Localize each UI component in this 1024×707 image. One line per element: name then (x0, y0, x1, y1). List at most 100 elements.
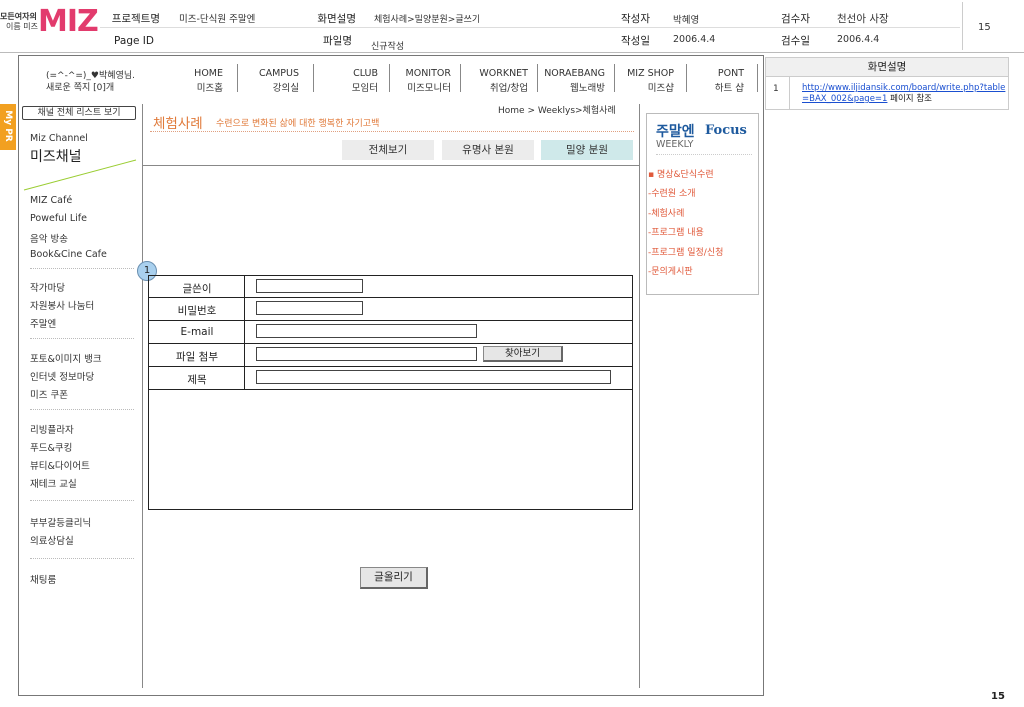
tab-main-branch[interactable]: 유명사 본원 (442, 140, 534, 160)
filename-value: 신규작성 (371, 42, 405, 52)
nav-campus-ko[interactable]: 강의실 (245, 80, 299, 94)
breadcrumb: Home > Weeklys>체험사례 (498, 106, 616, 116)
nav-pont[interactable]: PONT (700, 68, 744, 79)
nav-monitor[interactable]: MONITOR (393, 68, 451, 79)
left-item[interactable]: 리빙플라자 (30, 422, 74, 436)
left-divider (30, 500, 134, 501)
focus-item[interactable]: -문의게시판 (648, 264, 693, 277)
form-row-line (148, 366, 633, 367)
writer-label: 글쓴이 (182, 283, 212, 295)
focus-item[interactable]: -체험사례 (648, 206, 684, 219)
left-item[interactable]: 의료상담실 (30, 533, 74, 547)
nav-divider (686, 64, 687, 92)
password-label: 비밀번호 (177, 305, 217, 317)
review-date-label: 검수일 (781, 35, 810, 47)
reference-suffix: 페이지 참조 (890, 94, 932, 104)
header-page-number: 15 (978, 22, 991, 33)
filename-label: 파일명 (323, 35, 352, 47)
brand-logo: MIZ (38, 4, 99, 39)
left-item[interactable]: 음악 방송 (30, 231, 68, 245)
left-divider (30, 268, 134, 269)
writer-input[interactable] (256, 279, 363, 293)
nav-divider (614, 64, 615, 92)
browse-button[interactable]: 찾아보기 (483, 346, 563, 362)
header-vline (962, 2, 963, 50)
subject-input[interactable] (256, 370, 611, 384)
email-input[interactable] (256, 324, 477, 338)
nav-monitor-ko[interactable]: 미즈모니터 (393, 80, 451, 94)
nav-worknet[interactable]: WORKNET (468, 68, 528, 79)
nav-mizshop[interactable]: MIZ SHOP (620, 68, 674, 79)
left-item[interactable]: 포토&이미지 뱅크 (30, 351, 102, 365)
email-label: E-mail (180, 326, 214, 338)
footer-page-number: 15 (991, 691, 1005, 702)
nav-home[interactable]: HOME (183, 68, 223, 79)
form-row-line (148, 320, 633, 321)
left-item[interactable]: 재테크 교실 (30, 476, 77, 490)
left-divider (30, 558, 134, 559)
channel-list-button[interactable]: 채널 전체 리스트 보기 (22, 106, 136, 120)
logo-tagline: 모든여자의 이름 미즈 (0, 12, 38, 32)
review-date-value: 2006.4.4 (837, 34, 880, 45)
nav-home-ko[interactable]: 미즈홈 (183, 80, 223, 94)
left-item[interactable]: 인터넷 정보마당 (30, 369, 94, 383)
attach-label: 파일 첨부 (176, 351, 218, 363)
header-bottom-line (0, 52, 1024, 53)
description-row-number: 1 (773, 84, 779, 94)
password-input[interactable] (256, 301, 363, 315)
left-item[interactable]: 작가마당 (30, 280, 65, 294)
nav-divider (460, 64, 461, 92)
nav-noraebang[interactable]: NORAEBANG (540, 68, 605, 79)
nav-club[interactable]: CLUB (330, 68, 378, 79)
focus-item[interactable]: -수련원 소개 (648, 186, 696, 199)
focus-title-ko: 주말엔 (656, 124, 695, 140)
left-item[interactable]: MIZ Café (30, 195, 72, 206)
left-item[interactable]: 주말엔 (30, 316, 56, 330)
nav-pont-ko[interactable]: 하트 샵 (700, 80, 744, 94)
form-row-line (148, 297, 633, 298)
notes-count[interactable]: 새로운 쪽지 [0]개 (46, 80, 114, 93)
nav-divider (237, 64, 238, 92)
description-text: http://www.iljidansik.com/board/write.ph… (802, 83, 1006, 105)
nav-noraebang-ko[interactable]: 웹노래방 (540, 80, 605, 94)
mypr-tab[interactable]: My PR (0, 104, 16, 150)
form-col-line (244, 275, 245, 389)
left-item[interactable]: 자원봉사 나눔터 (30, 298, 94, 312)
left-item[interactable]: 미즈 쿠폰 (30, 387, 68, 401)
focus-item[interactable]: -프로그램 일정/신청 (648, 245, 723, 258)
page-subtitle: 수련으로 변화된 삶에 대한 행복한 자기고백 (216, 119, 380, 129)
page-title: 체험사례 (153, 116, 203, 132)
nav-mizshop-ko[interactable]: 미즈샵 (620, 80, 674, 94)
nav-divider (757, 64, 758, 92)
left-item[interactable]: Book&Cine Cafe (30, 249, 107, 260)
screen-desc-label: 화면설명 (317, 13, 356, 25)
channel-en: Miz Channel (30, 133, 88, 144)
attach-input[interactable] (256, 347, 477, 361)
tab-miryang-branch[interactable]: 밀양 분원 (541, 140, 633, 160)
focus-weekly: WEEKLY (656, 139, 694, 150)
left-divider (30, 409, 134, 410)
focus-item[interactable]: -프로그램 내용 (648, 225, 704, 238)
tab-all[interactable]: 전체보기 (342, 140, 434, 160)
focus-item[interactable]: ▪ 명상&단식수련 (648, 167, 714, 180)
left-item[interactable]: 채팅룸 (30, 572, 56, 586)
left-item[interactable]: 푸드&쿠킹 (30, 440, 72, 454)
submit-button[interactable]: 글올리기 (360, 567, 428, 589)
left-divider (30, 338, 134, 339)
channel-decor-line (23, 159, 137, 191)
nav-campus[interactable]: CAMPUS (245, 68, 299, 79)
left-item[interactable]: 부부갈등클리닉 (30, 515, 91, 529)
left-item[interactable]: Poweful Life (30, 213, 87, 224)
reviewer-value: 천선아 사장 (837, 13, 889, 25)
date-value: 2006.4.4 (673, 34, 716, 45)
nav-worknet-ko[interactable]: 취업/창업 (468, 80, 528, 94)
content-textarea[interactable] (150, 391, 631, 508)
title-underline (150, 131, 634, 132)
screen-desc-value: 체험사례>밀양분원>글쓰기 (374, 15, 481, 25)
nav-club-ko[interactable]: 모임터 (330, 80, 378, 94)
pageid-label: Page ID (114, 35, 154, 47)
subject-label: 제목 (187, 374, 207, 386)
author-label: 작성자 (621, 13, 650, 25)
left-item[interactable]: 뷰티&다이어트 (30, 458, 90, 472)
project-label: 프로젝트명 (111, 13, 160, 25)
